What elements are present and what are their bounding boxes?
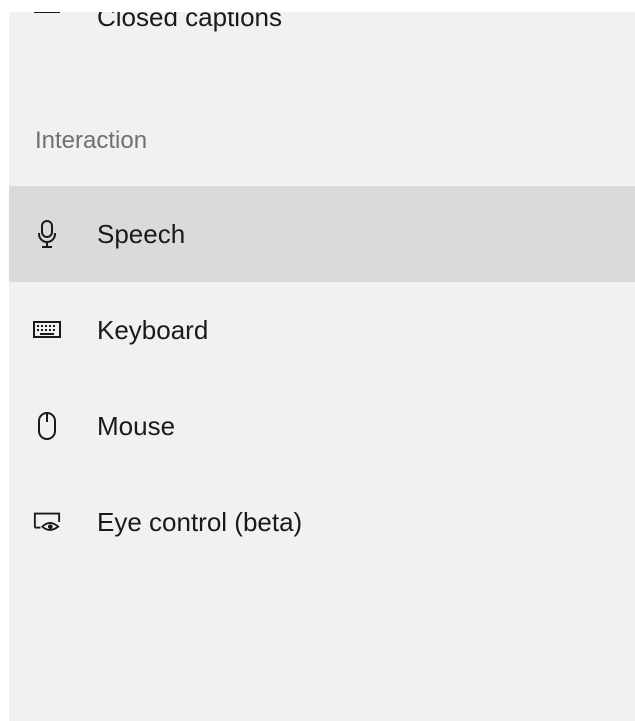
microphone-icon — [33, 220, 61, 248]
nav-item-label: Keyboard — [97, 314, 209, 345]
keyboard-icon — [33, 316, 61, 344]
settings-nav-panel: Closed captions Interaction Speech Keybo… — [9, 12, 635, 721]
nav-item-closed-captions[interactable]: Closed captions — [9, 12, 635, 60]
nav-item-keyboard[interactable]: Keyboard — [9, 282, 635, 378]
nav-item-mouse[interactable]: Mouse — [9, 378, 635, 474]
nav-item-speech[interactable]: Speech — [9, 186, 635, 282]
section-header-interaction: Interaction — [35, 127, 148, 154]
nav-item-eye-control[interactable]: Eye control (beta) — [9, 474, 635, 570]
eye-control-icon — [33, 508, 61, 536]
mouse-icon — [33, 412, 61, 440]
nav-item-label: Eye control (beta) — [97, 506, 303, 537]
nav-item-label: Speech — [97, 218, 186, 249]
nav-item-label: Closed captions — [97, 12, 282, 32]
closed-captions-icon — [33, 12, 61, 18]
nav-item-label: Mouse — [97, 410, 176, 441]
